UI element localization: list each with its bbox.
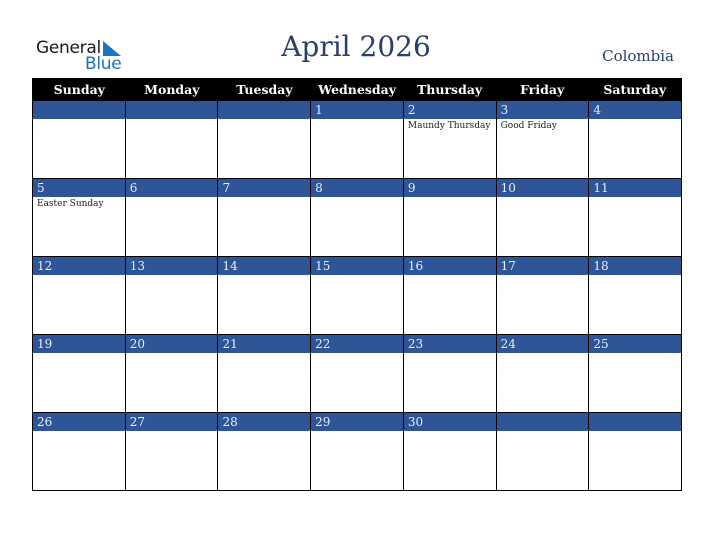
day-cell[interactable]: 10: [495, 179, 589, 256]
day-cell[interactable]: 1: [310, 101, 403, 178]
week-row: 19 20 21 22 23 24 25: [33, 334, 682, 412]
day-cell[interactable]: [33, 101, 125, 178]
holiday-label: Easter Sunday: [37, 199, 104, 209]
day-cell[interactable]: [495, 413, 589, 490]
day-number: 13: [125, 257, 218, 275]
day-cell[interactable]: 2 Maundy Thursday: [402, 101, 496, 178]
week-row: 12 13 14 15 16 17 18: [33, 256, 682, 334]
day-number: 19: [33, 335, 125, 353]
day-cell[interactable]: 18: [588, 257, 682, 334]
calendar-grid: Sunday Monday Tuesday Wednesday Thursday…: [32, 78, 682, 491]
day-number: [125, 101, 218, 119]
day-cell[interactable]: 24: [495, 335, 589, 412]
day-cell[interactable]: 16: [402, 257, 496, 334]
day-cell[interactable]: 27: [124, 413, 218, 490]
day-number: 28: [218, 413, 311, 431]
day-number: 12: [33, 257, 125, 275]
day-number: [589, 413, 682, 431]
day-number: [496, 413, 589, 431]
holiday-label: Good Friday: [500, 121, 557, 131]
country-label: Colombia: [602, 47, 674, 65]
weekday-header-row: Sunday Monday Tuesday Wednesday Thursday…: [33, 78, 681, 101]
day-cell[interactable]: 21: [217, 335, 311, 412]
day-cell[interactable]: 5 Easter Sunday: [33, 179, 125, 256]
day-number: [33, 101, 125, 119]
day-cell[interactable]: 14: [217, 257, 311, 334]
day-number: 21: [218, 335, 311, 353]
weekday-thursday: Thursday: [416, 82, 483, 97]
day-number: 20: [125, 335, 218, 353]
day-cell[interactable]: 4: [588, 101, 682, 178]
weekday-sunday: Sunday: [53, 82, 105, 97]
day-number: 25: [589, 335, 682, 353]
day-number: 16: [403, 257, 496, 275]
day-number: 27: [125, 413, 218, 431]
day-cell[interactable]: 12: [33, 257, 125, 334]
day-number: 17: [496, 257, 589, 275]
day-number: [218, 101, 311, 119]
day-cell[interactable]: 6: [124, 179, 218, 256]
day-number: 1: [311, 101, 403, 119]
day-cell[interactable]: 23: [402, 335, 496, 412]
day-number: 5: [33, 179, 125, 197]
day-number: 23: [403, 335, 496, 353]
day-cell[interactable]: 7: [217, 179, 311, 256]
day-number: 9: [403, 179, 496, 197]
day-number: 22: [311, 335, 403, 353]
day-cell[interactable]: [588, 413, 682, 490]
day-number: 3: [496, 101, 589, 119]
day-number: 30: [403, 413, 496, 431]
weekday-wednesday: Wednesday: [318, 82, 396, 97]
day-number: 14: [218, 257, 311, 275]
week-row: 1 2 Maundy Thursday 3 Good Friday 4: [33, 101, 682, 178]
week-row: 26 27 28 29 30: [33, 412, 682, 490]
day-cell[interactable]: 25: [588, 335, 682, 412]
day-number: 15: [311, 257, 403, 275]
day-cell[interactable]: 9: [402, 179, 496, 256]
day-number: 7: [218, 179, 311, 197]
day-cell[interactable]: 20: [124, 335, 218, 412]
weekday-tuesday: Tuesday: [236, 82, 293, 97]
day-number: 6: [125, 179, 218, 197]
day-number: 18: [589, 257, 682, 275]
week-row: 5 Easter Sunday 6 7 8 9 10 11: [33, 178, 682, 256]
day-cell[interactable]: 3 Good Friday: [495, 101, 589, 178]
day-number: 26: [33, 413, 125, 431]
day-number: 29: [311, 413, 403, 431]
day-cell[interactable]: 26: [33, 413, 125, 490]
day-cell[interactable]: 29: [310, 413, 403, 490]
day-cell[interactable]: 28: [217, 413, 311, 490]
day-cell[interactable]: 22: [310, 335, 403, 412]
weekday-monday: Monday: [144, 82, 200, 97]
day-number: 8: [311, 179, 403, 197]
day-number: 4: [589, 101, 682, 119]
weekday-saturday: Saturday: [603, 82, 667, 97]
day-number: 2: [403, 101, 496, 119]
day-cell[interactable]: 13: [124, 257, 218, 334]
day-number: 24: [496, 335, 589, 353]
day-cell[interactable]: 15: [310, 257, 403, 334]
day-cell[interactable]: [217, 101, 311, 178]
day-cell[interactable]: [124, 101, 218, 178]
day-cell[interactable]: 30: [402, 413, 496, 490]
weekday-friday: Friday: [520, 82, 565, 97]
day-cell[interactable]: 11: [588, 179, 682, 256]
holiday-label: Maundy Thursday: [407, 121, 491, 131]
day-cell[interactable]: 17: [495, 257, 589, 334]
day-cell[interactable]: 8: [310, 179, 403, 256]
day-cell[interactable]: 19: [33, 335, 125, 412]
day-number: 11: [589, 179, 682, 197]
day-number: 10: [496, 179, 589, 197]
